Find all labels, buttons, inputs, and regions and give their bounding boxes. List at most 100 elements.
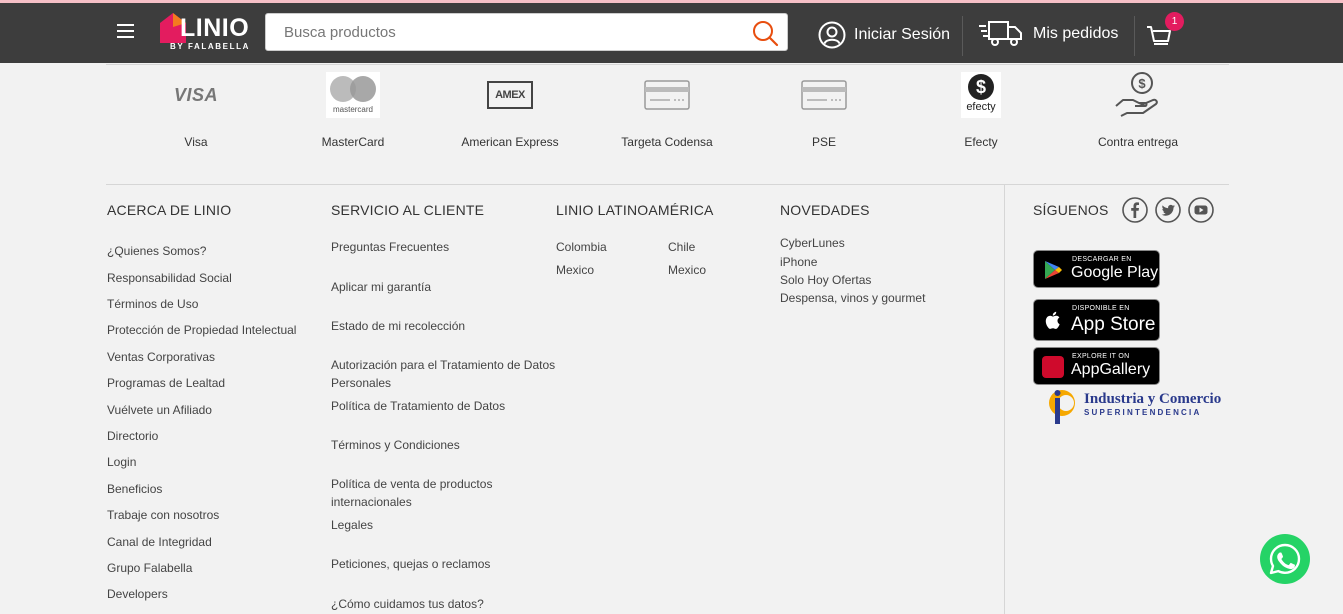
footer-link[interactable]: Peticiones, quejas o reclamos [331,555,490,573]
sic-logo[interactable]: Industria y Comercio SUPERINTENDENCIA [1046,388,1222,424]
divider [106,184,1229,185]
column-divider [1004,185,1005,614]
login-button[interactable]: Iniciar Sesión [818,21,950,49]
store-caption: DISPONIBLE EN [1072,305,1130,312]
footer-link[interactable]: Grupo Falabella [107,559,192,577]
login-label: Iniciar Sesión [854,26,951,43]
footer-link[interactable]: Política de Tratamiento de Datos [331,397,505,415]
google-play-icon [1045,261,1062,279]
payment-mastercard: mastercard MasterCard [283,70,423,152]
store-name: Google Play [1071,264,1159,281]
footer-link[interactable]: Política de venta de productos internaci… [331,475,511,511]
footer-link[interactable]: Autorización para el Tratamiento de Dato… [331,356,561,392]
footer-link[interactable]: Aplicar mi garantía [331,278,431,296]
payment-label: Contra entrega [1097,135,1179,149]
payment-efecty: $ efecty Efecty [911,70,1051,152]
footer-link[interactable]: Vuélvete un Afiliado [107,401,212,419]
orders-label: Mis pedidos [1033,25,1119,42]
payment-label: MasterCard [321,135,385,149]
facebook-icon[interactable] [1122,197,1148,223]
latam-title: LINIO LATINOAMÉRICA [556,202,714,218]
about-title: ACERCA DE LINIO [107,202,232,218]
payment-amex: AMEX American Express [440,70,580,152]
store-caption: EXPLORE IT ON [1072,353,1130,360]
payment-label: PSE [811,135,836,149]
search-box [265,13,788,51]
footer-link[interactable]: Directorio [107,427,158,445]
footer-link[interactable]: Preguntas Frecuentes [331,238,449,256]
efecty-icon: $ efecty [961,72,1001,118]
store-name: App Store [1071,314,1156,335]
footer-link[interactable]: ¿Quienes Somos? [107,242,206,260]
footer-link[interactable]: Login [107,453,136,471]
whatsapp-icon [1269,543,1301,575]
amex-icon: AMEX [487,81,533,109]
store-caption: DESCARGAR EN [1072,256,1132,263]
card-icon [644,80,690,110]
youtube-icon[interactable] [1188,197,1214,223]
country-link[interactable]: Mexico [668,261,706,279]
payment-label: Efecty [964,135,998,149]
twitter-icon[interactable] [1155,197,1181,223]
payment-pse: PSE [754,70,894,152]
footer-link[interactable]: CyberLunes [780,234,845,252]
footer-link[interactable]: Developers [107,585,168,603]
logo-subtext: BY FALABELLA [170,42,250,51]
search-input[interactable] [266,14,736,50]
logo-text: LINIO [180,14,250,42]
top-header: LINIO BY FALABELLA Iniciar Sesión Mis pe… [0,0,1343,63]
search-icon[interactable] [751,19,779,47]
menu-icon[interactable] [117,24,135,40]
google-play-badge[interactable]: DESCARGAR EN Google Play [1033,250,1160,288]
sic-line1: Industria y Comercio [1084,391,1222,407]
footer-link[interactable]: Programas de Lealtad [107,374,225,392]
linio-logo[interactable]: LINIO BY FALABELLA [160,11,252,55]
follow-title: SÍGUENOS [1033,202,1109,218]
footer-link[interactable]: Canal de Integridad [107,533,212,551]
huawei-icon [1042,356,1064,378]
apple-icon [1045,311,1060,329]
svg-text:$: $ [1138,76,1146,91]
footer-link[interactable]: Despensa, vinos y gourmet [780,289,925,307]
footer-link[interactable]: Responsabilidad Social [107,269,232,287]
payment-label: Targeta Codensa [621,135,713,149]
cash-hand-icon: $ [1115,72,1158,117]
header-divider [1134,16,1135,56]
footer-link[interactable]: Términos y Condiciones [331,436,460,454]
footer-link[interactable]: Términos de Uso [107,295,198,313]
header-divider [962,16,963,56]
user-icon [818,21,846,49]
service-title: SERVICIO AL CLIENTE [331,202,485,218]
footer-link[interactable]: Legales [331,516,373,534]
payment-label: Visa [184,135,208,149]
payment-visa: VISA Visa [126,70,266,152]
footer-link[interactable]: Protección de Propiedad Intelectual [107,321,296,339]
app-store-badge[interactable]: DISPONIBLE EN App Store [1033,299,1160,341]
footer-link[interactable]: Solo Hoy Ofertas [780,271,871,289]
card-icon [801,80,847,110]
payment-cash-on-delivery: $ Contra entrega [1068,70,1208,152]
orders-button[interactable]: Mis pedidos [978,19,1118,49]
country-link[interactable]: Colombia [556,238,607,256]
footer-link[interactable]: Ventas Corporativas [107,348,215,366]
payment-codensa: Targeta Codensa [597,70,737,152]
sic-emblem-icon [1049,390,1075,424]
payment-label: American Express [461,135,559,149]
divider [106,64,1229,65]
cart-count-badge: 1 [1165,12,1184,31]
whatsapp-chat-button[interactable] [1260,534,1310,584]
sic-line2: SUPERINTENDENCIA [1084,408,1202,417]
country-link[interactable]: Chile [668,238,695,256]
footer-link[interactable]: Beneficios [107,480,162,498]
country-link[interactable]: Mexico [556,261,594,279]
footer-link[interactable]: Trabaje con nosotros [107,506,219,524]
footer-link[interactable]: ¿Cómo cuidamos tus datos? [331,595,484,613]
app-gallery-badge[interactable]: EXPLORE IT ON AppGallery [1033,347,1160,385]
delivery-truck-icon [979,21,1022,46]
visa-icon: VISA [173,84,218,105]
news-title: NOVEDADES [780,202,870,218]
footer-link[interactable]: Estado de mi recolección [331,317,465,335]
store-name: AppGallery [1071,361,1151,378]
mastercard-icon: mastercard [326,72,380,118]
footer-link[interactable]: iPhone [780,253,817,271]
